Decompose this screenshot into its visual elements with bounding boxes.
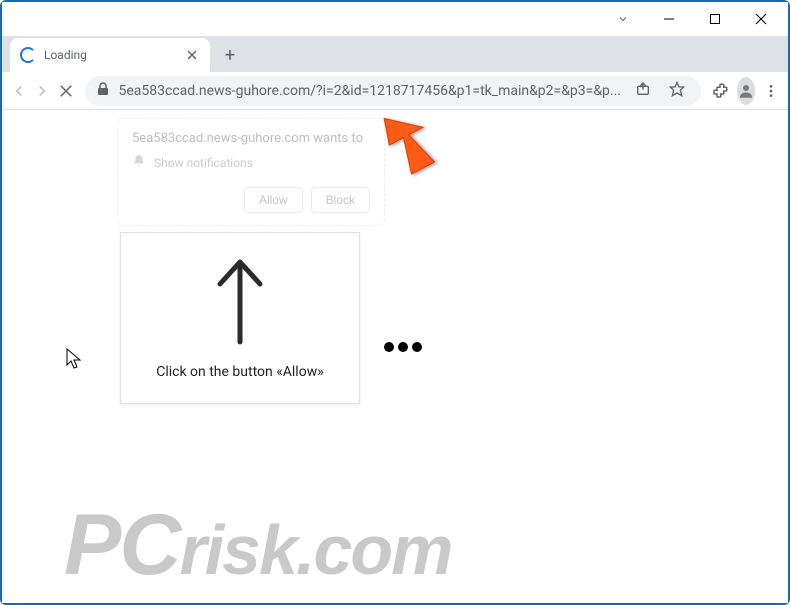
profile-avatar[interactable] [737, 77, 755, 105]
share-icon[interactable] [631, 81, 655, 101]
notification-origin: 5ea583ccad.news-guhore.com wants to [132, 131, 370, 146]
loading-spinner-icon [20, 47, 36, 63]
watermark: PCrisk.com [64, 496, 451, 595]
browser-toolbar: 5ea583ccad.news-guhore.com/?i=2&id=12187… [2, 72, 788, 110]
close-tab-button[interactable] [184, 47, 200, 63]
tab-title: Loading [44, 48, 87, 62]
browser-tab[interactable]: Loading [10, 38, 210, 72]
notification-sub: Show notifications [132, 154, 370, 171]
bell-icon [132, 154, 146, 171]
forward-button[interactable] [32, 76, 54, 106]
tab-bar: Loading + [2, 36, 788, 72]
stop-button[interactable] [55, 76, 77, 106]
notification-permission-prompt: 5ea583ccad.news-guhore.com wants to Show… [117, 118, 385, 226]
allow-button[interactable]: Allow [244, 187, 303, 213]
minimize-button[interactable] [646, 3, 692, 35]
page-content: 5ea583ccad.news-guhore.com wants to Show… [2, 110, 788, 603]
up-arrow-icon [214, 256, 266, 350]
window-titlebar [2, 2, 788, 36]
back-button[interactable] [8, 76, 30, 106]
browser-window: Loading + 5ea583ccad.news-guhore.com/?i=… [0, 0, 790, 605]
loading-dots-icon [384, 342, 422, 352]
block-button[interactable]: Block [311, 187, 370, 213]
kebab-menu-icon[interactable] [761, 76, 783, 106]
instruction-card: Click on the button «Allow» [120, 232, 360, 404]
maximize-button[interactable] [692, 3, 738, 35]
instruction-text: Click on the button «Allow» [156, 364, 324, 380]
bookmark-icon[interactable] [665, 81, 689, 101]
extensions-icon[interactable] [709, 76, 731, 106]
url-text: 5ea583ccad.news-guhore.com/?i=2&id=12187… [119, 83, 622, 99]
close-window-button[interactable] [738, 3, 784, 35]
lock-icon [97, 82, 109, 100]
annotation-arrow [374, 110, 444, 190]
window-dropdown[interactable] [600, 3, 646, 35]
address-bar[interactable]: 5ea583ccad.news-guhore.com/?i=2&id=12187… [85, 76, 702, 106]
new-tab-button[interactable]: + [216, 41, 244, 69]
cursor-icon [66, 348, 82, 374]
